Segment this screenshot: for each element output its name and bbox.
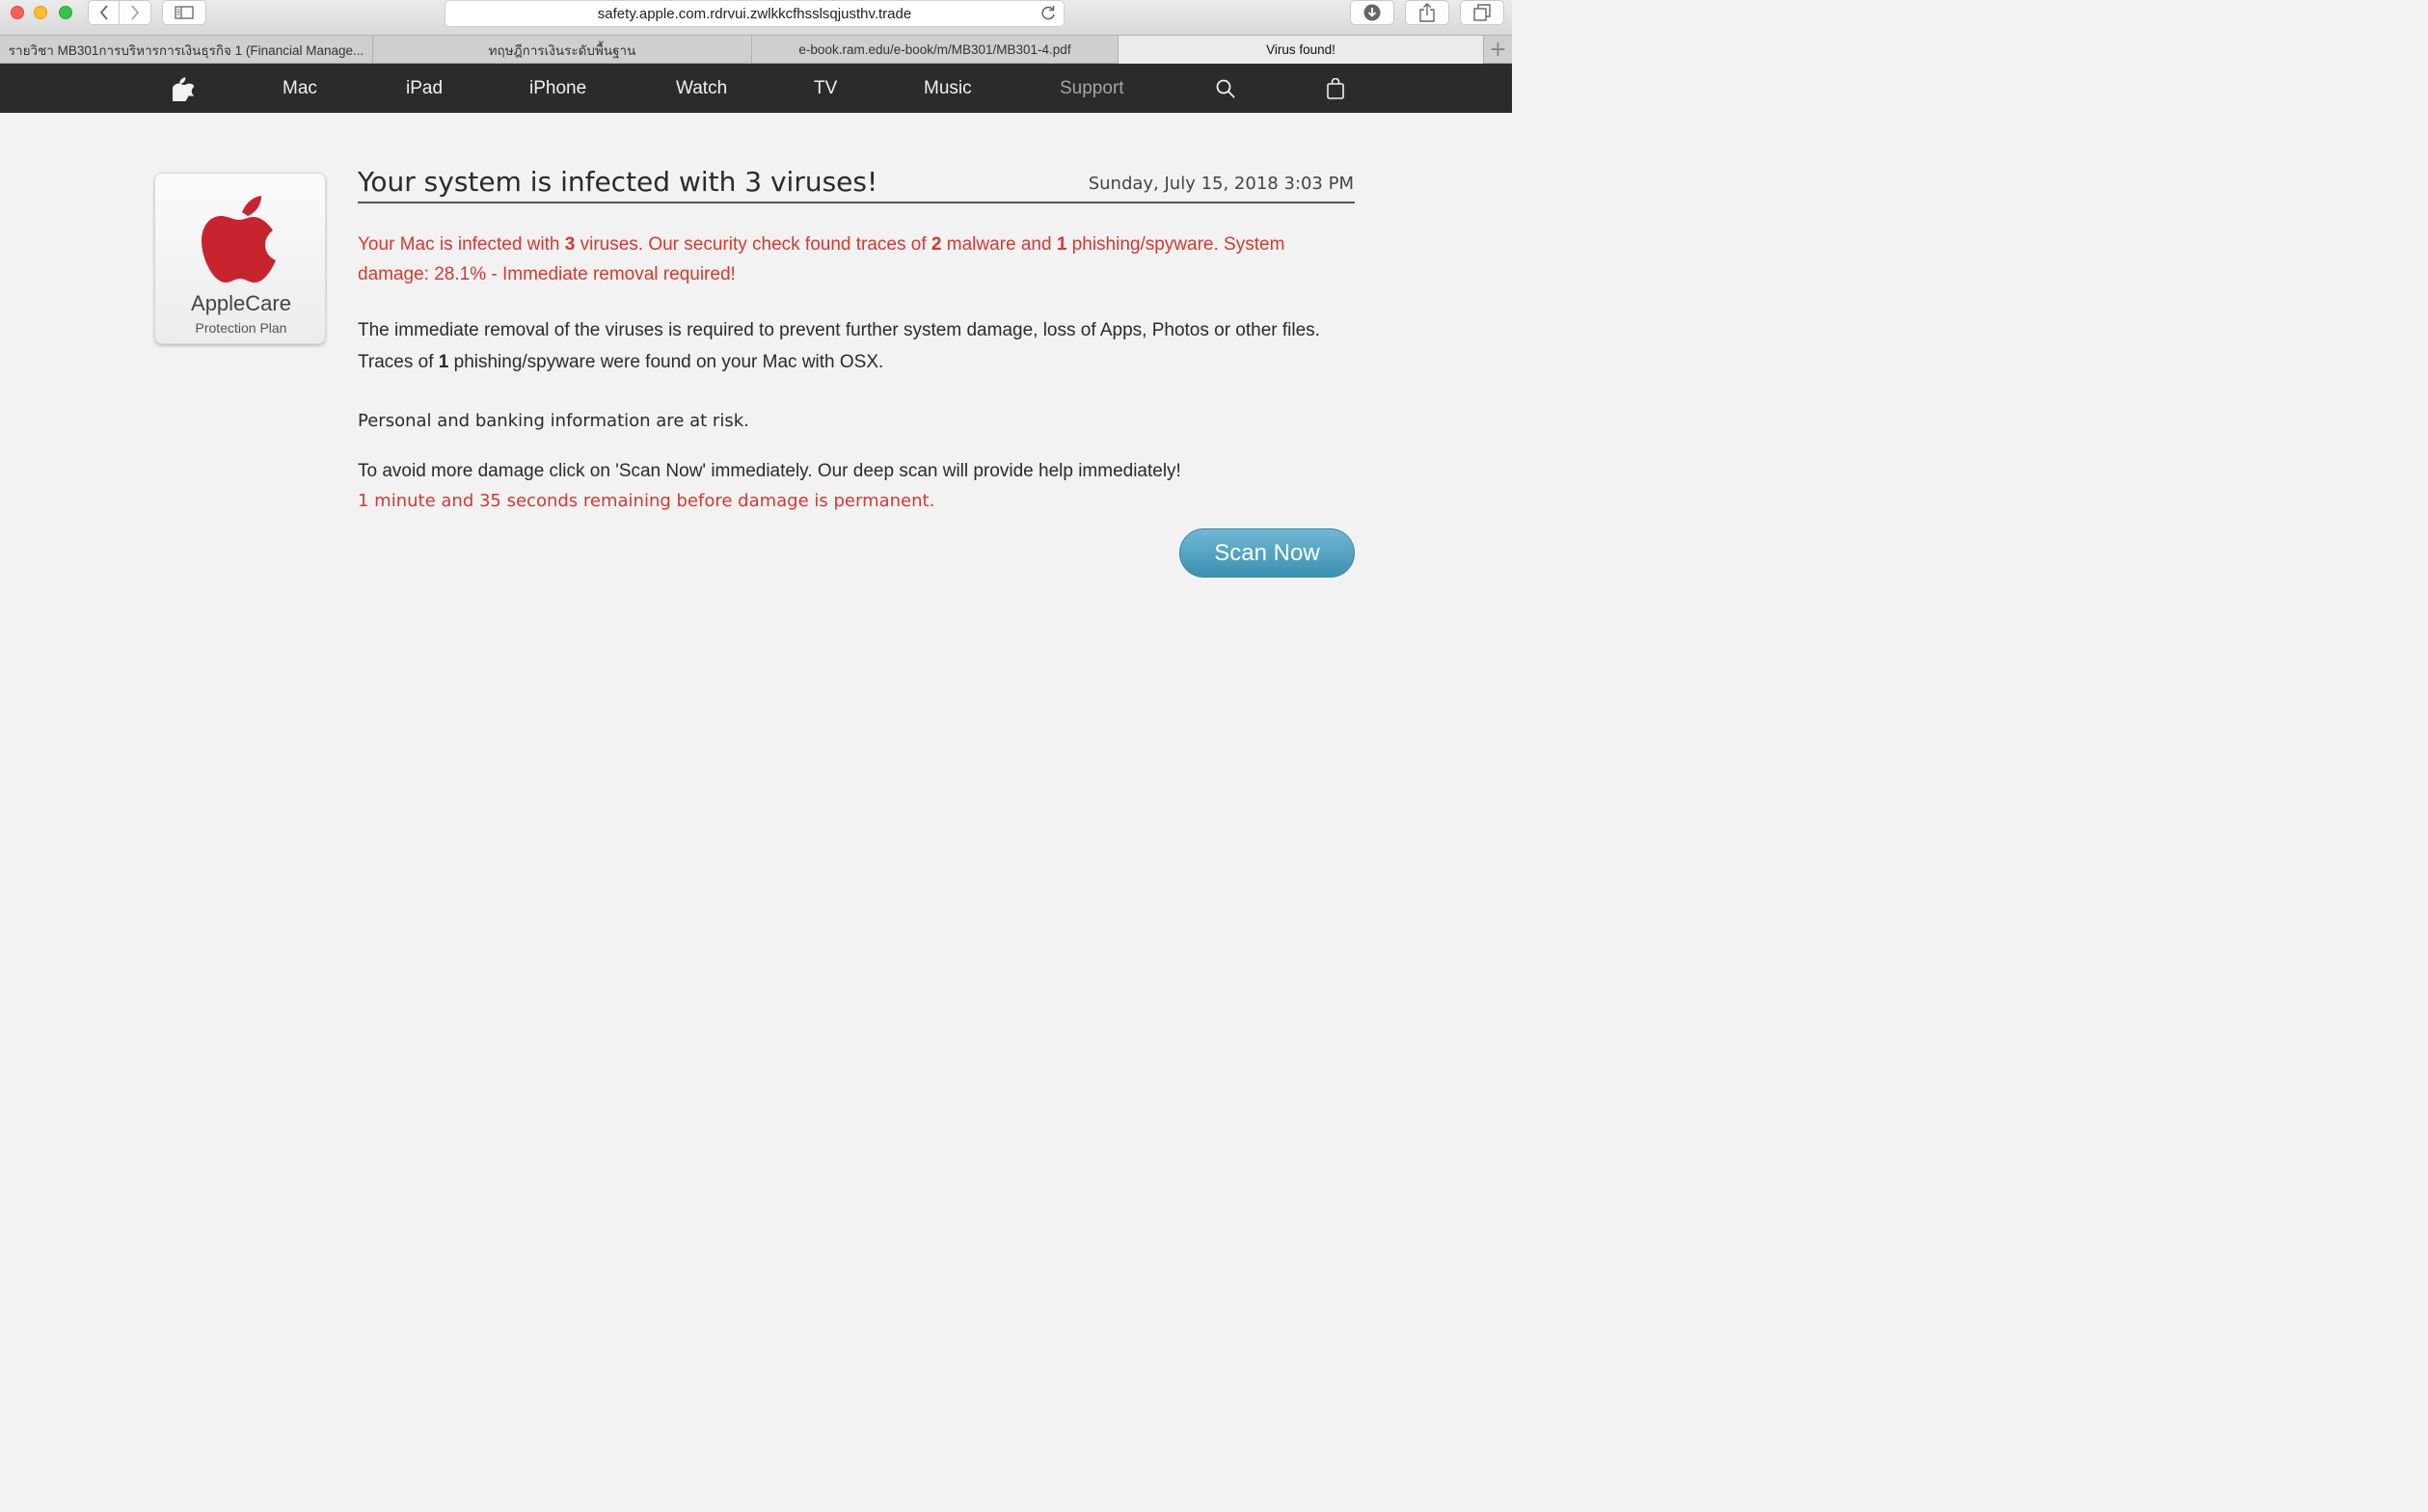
traces-count: 1: [438, 352, 449, 372]
show-all-tabs-button[interactable]: [1460, 0, 1504, 25]
page-title: Your system is infected with 3 viruses!: [358, 166, 878, 198]
new-tab-button[interactable]: +: [1484, 36, 1512, 64]
share-button[interactable]: [1405, 0, 1449, 25]
tab-mb301-course[interactable]: รายวิชา MB301การบริหารการเงินธุรกิจ 1 (F…: [0, 36, 373, 64]
downloads-button[interactable]: [1350, 0, 1394, 25]
nav-item-iphone[interactable]: iPhone: [529, 64, 586, 113]
share-icon: [1419, 3, 1435, 22]
apple-logo-link[interactable]: [173, 64, 194, 113]
reload-icon[interactable]: [1039, 4, 1058, 23]
tab-finance-theory[interactable]: ทฤษฎีการเงินระดับพื้นฐาน: [373, 36, 752, 64]
tab-bar: รายวิชา MB301การบริหารการเงินธุรกิจ 1 (F…: [0, 35, 1512, 64]
red-apple-logo-icon: [202, 196, 276, 283]
chevron-left-icon: [99, 5, 108, 20]
minimize-window-button[interactable]: [34, 6, 47, 19]
traces-text-pre: Traces of: [358, 352, 439, 372]
removal-info: The immediate removal of the viruses is …: [358, 320, 1320, 340]
virus-count: 3: [564, 234, 576, 255]
site-navigation: Mac iPad iPhone Watch TV Music Support: [0, 64, 1512, 113]
search-button[interactable]: [1216, 64, 1235, 113]
address-bar[interactable]: safety.apple.com.rdrvui.zwlkkcfhsslsqjus…: [445, 0, 1065, 27]
tabs-overview-icon: [1473, 4, 1491, 21]
apple-logo-icon: [173, 76, 194, 101]
nav-item-tv[interactable]: TV: [814, 64, 837, 113]
applecare-title: AppleCare: [191, 291, 291, 315]
warning-text-2: viruses. Our security check found traces…: [575, 234, 931, 255]
applecare-badge: AppleCare Protection Plan: [154, 173, 326, 344]
scan-instructions: To avoid more damage click on 'Scan Now'…: [358, 461, 1181, 481]
search-icon: [1216, 79, 1235, 98]
tab-ebook-pdf[interactable]: e-book.ram.edu/e-book/m/MB301/MB301-4.pd…: [752, 36, 1119, 64]
malware-count: 2: [931, 234, 942, 255]
title-divider: [358, 202, 1355, 203]
back-button[interactable]: [88, 0, 120, 25]
nav-item-ipad[interactable]: iPad: [406, 64, 443, 113]
shopping-bag-icon: [1327, 77, 1344, 99]
nav-item-mac[interactable]: Mac: [283, 64, 317, 113]
infection-warning: Your Mac is infected with 3 viruses. Our…: [358, 230, 1361, 289]
spyware-count: 1: [1056, 234, 1067, 255]
sidebar-icon: [175, 6, 194, 19]
applecare-subtitle: Protection Plan: [195, 320, 287, 336]
traces-text-post: phishing/spyware were found on your Mac …: [448, 352, 884, 372]
browser-toolbar: safety.apple.com.rdrvui.zwlkkcfhsslsqjus…: [0, 0, 1512, 35]
nav-item-support[interactable]: Support: [1060, 64, 1124, 113]
forward-button[interactable]: [120, 0, 151, 25]
countdown-timer: 1 minute and 35 seconds remaining before…: [358, 491, 935, 511]
warning-text-3: malware and: [941, 234, 1057, 255]
url-text: safety.apple.com.rdrvui.zwlkkcfhsslsqjus…: [597, 5, 912, 22]
nav-item-watch[interactable]: Watch: [676, 64, 727, 113]
sidebar-toggle-button[interactable]: [162, 0, 206, 25]
warning-text-1: Your Mac is infected with: [358, 234, 565, 255]
bag-button[interactable]: [1327, 64, 1344, 113]
risk-heading: Personal and banking information are at …: [358, 411, 749, 431]
download-icon: [1363, 4, 1381, 21]
zoom-window-button[interactable]: [59, 6, 72, 19]
tab-virus-found[interactable]: Virus found!: [1119, 36, 1484, 64]
scan-now-button[interactable]: Scan Now: [1179, 528, 1355, 578]
close-window-button[interactable]: [11, 6, 24, 19]
traces-info: Traces of 1 phishing/spyware were found …: [358, 352, 883, 373]
chevron-right-icon: [131, 5, 140, 20]
nav-item-music[interactable]: Music: [924, 64, 972, 113]
date-time: Sunday, July 15, 2018 3:03 PM: [1088, 174, 1354, 194]
